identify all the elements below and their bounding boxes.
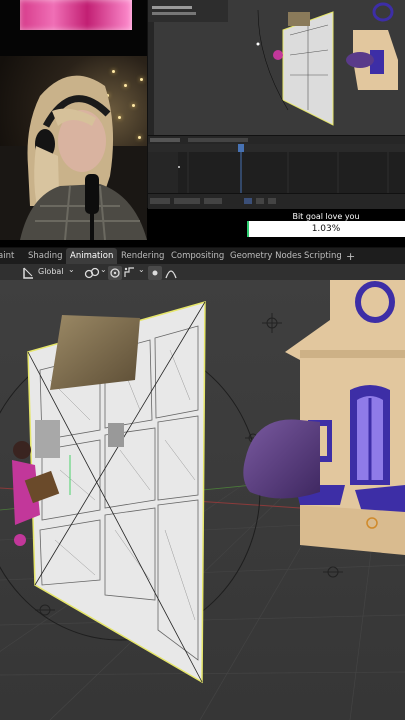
chevron-down-icon[interactable]: ⌄ — [138, 265, 145, 274]
camera-object — [35, 420, 60, 458]
tab-texture-paint[interactable]: aint — [0, 248, 14, 265]
tab-scripting[interactable]: Scripting — [304, 248, 342, 265]
tab-rendering[interactable]: Rendering — [121, 248, 164, 265]
viewport-scene — [0, 280, 405, 720]
webcam-feed — [0, 56, 147, 240]
chevron-down-icon[interactable]: ⌄ — [68, 265, 75, 274]
mini-viewport — [148, 0, 405, 135]
mini-status-graphic — [150, 198, 276, 204]
tab-shading[interactable]: Shading — [28, 248, 63, 265]
add-workspace-button[interactable]: + — [346, 248, 355, 265]
paper-flap — [50, 315, 140, 390]
mini-blender-window — [147, 0, 405, 209]
art-preview-frame — [0, 0, 147, 58]
mini-scene — [148, 0, 398, 126]
mini-timeline-graphic — [148, 136, 405, 194]
bit-goal-widget: Bit goal love you 1.03% — [247, 210, 405, 240]
goal-title: Bit goal love you — [292, 212, 360, 221]
3d-viewport[interactable] — [0, 280, 405, 720]
mini-timeline — [148, 135, 405, 194]
workspace-tabs: aint Shading Animation Rendering Composi… — [0, 247, 405, 265]
chevron-down-icon[interactable]: ⌄ — [100, 265, 107, 274]
orientation-dropdown[interactable]: Global — [38, 265, 64, 279]
art-preview — [20, 0, 132, 30]
streamer-silhouette — [0, 75, 147, 240]
goal-percent: 1.03% — [311, 224, 341, 234]
mini-status-bar — [148, 193, 405, 209]
viewport-header: Global ⌄ ⌄ ⌄ — [0, 264, 405, 281]
cube-object — [108, 423, 124, 447]
tab-compositing[interactable]: Compositing — [171, 248, 224, 265]
tab-geometry-nodes[interactable]: Geometry Nodes — [230, 248, 302, 265]
tab-animation[interactable]: Animation — [66, 248, 118, 265]
goal-progress-bar: 1.03% — [247, 221, 405, 237]
